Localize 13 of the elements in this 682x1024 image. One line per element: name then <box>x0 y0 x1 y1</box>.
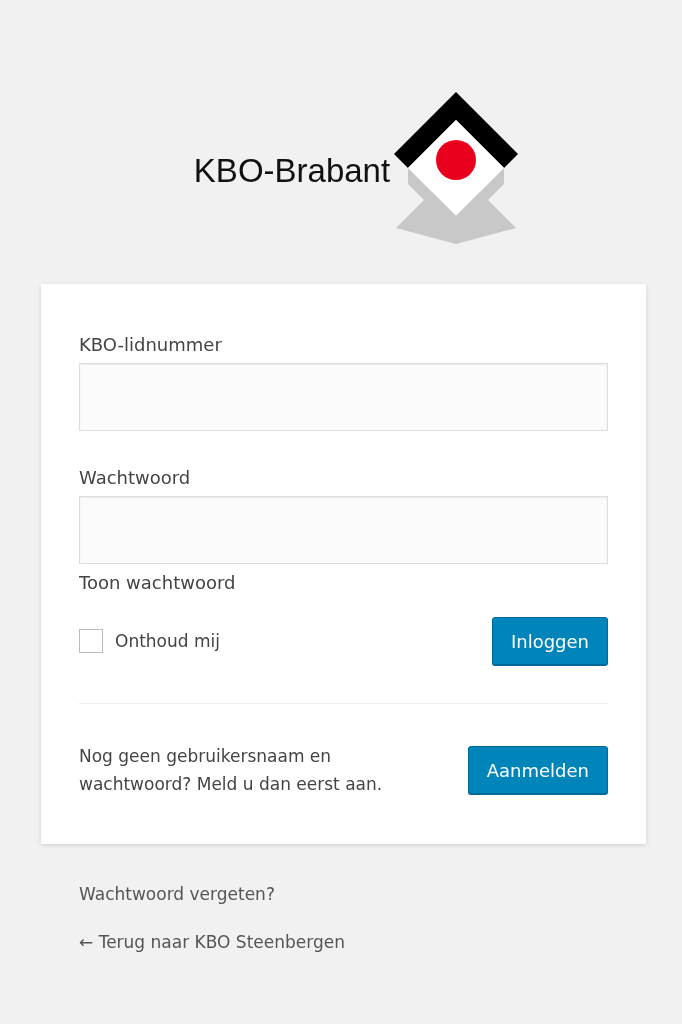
input-field[interactable] <box>79 363 608 431</box>
show-password-link[interactable]: Toon wachtwoord <box>79 572 236 593</box>
register-text: Nog geen gebruikersnaam en wachtwoord? Meld u dan eerst aan. <box>79 745 384 797</box>
nav-link[interactable]: ← Terug naar KBO Steenbergen <box>79 932 345 953</box>
login-button[interactable]: Inloggen <box>491 617 608 665</box>
field-label: KBO-lidnummer <box>79 334 223 355</box>
field-label: Wachtwoord <box>79 467 192 488</box>
password-field[interactable] <box>79 496 608 564</box>
register-button[interactable]: Aanmelden <box>467 746 608 795</box>
nav-link[interactable]: Wachtwoord vergeten? <box>79 884 275 905</box>
checkbox[interactable] <box>79 629 103 653</box>
checkbox-label: Onthoud mij <box>115 631 220 651</box>
logo-text: KBO-Brabant <box>193 152 391 190</box>
